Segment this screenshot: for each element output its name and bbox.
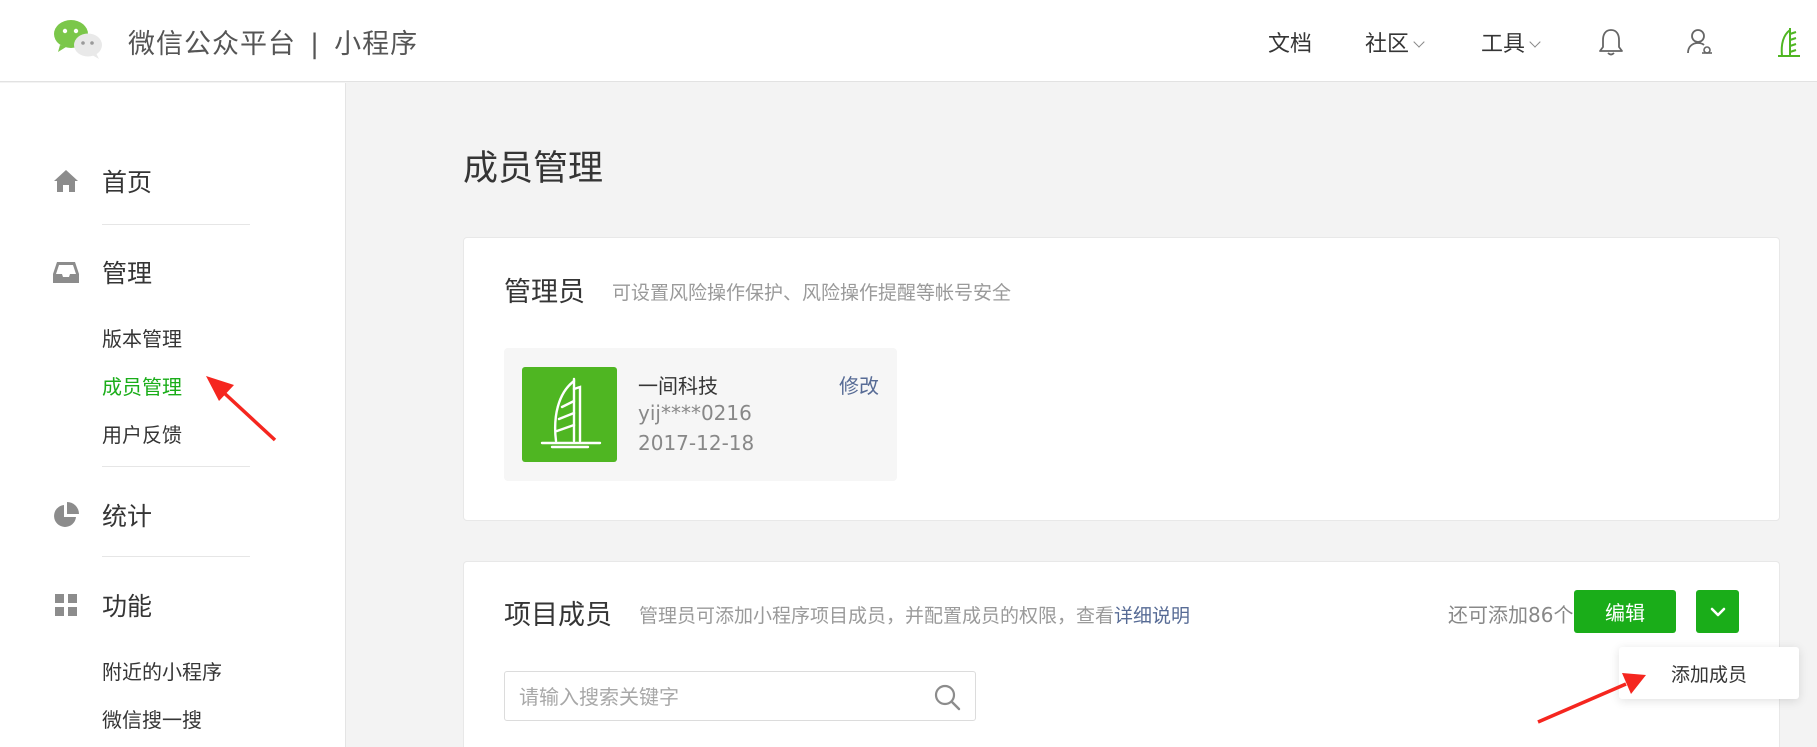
sidebar-item-version-manage[interactable]: 版本管理 (102, 323, 182, 352)
chevron-down-icon (1710, 607, 1725, 616)
details-link[interactable]: 详细说明 (1114, 605, 1190, 627)
sidebar-item-nearby-miniprogram[interactable]: 附近的小程序 (102, 656, 222, 685)
admin-card-title: 管理员 (504, 277, 585, 308)
edit-button[interactable]: 编辑 (1574, 590, 1676, 633)
sidebar-item-features-label: 功能 (102, 592, 153, 621)
admin-card: 管理员 可设置风险操作保护、风险操作提醒等帐号安全 一间科技 yij****02… (463, 237, 1780, 521)
inbox-icon (53, 262, 79, 283)
edit-button-label: 编辑 (1605, 601, 1645, 625)
sidebar-item-features[interactable]: 功能 (52, 587, 152, 623)
admin-card-description: 可设置风险操作保护、风险操作提醒等帐号安全 (612, 282, 1012, 304)
account-avatar[interactable] (1776, 26, 1802, 58)
page-title: 成员管理 (463, 149, 604, 189)
sail-building-icon (540, 377, 602, 449)
nav-tools-label: 工具 (1481, 32, 1526, 57)
add-member-label: 添加成员 (1670, 663, 1747, 686)
admin-account: yij****0216 (638, 401, 752, 425)
home-icon (54, 170, 78, 192)
sidebar-divider (102, 224, 250, 225)
admin-avatar (522, 367, 617, 462)
nav-community-label: 社区 (1365, 32, 1410, 57)
grid-icon (55, 594, 77, 616)
members-card: 项目成员 管理员可添加小程序项目成员，并配置成员的权限，查看详细说明 还可添加8… (463, 561, 1780, 747)
brand-separator: | (310, 29, 321, 60)
remaining-count: 还可添加86个 (1448, 603, 1574, 627)
bell-icon[interactable] (1596, 26, 1626, 58)
search-icon[interactable] (933, 683, 961, 711)
sidebar-item-manage-label: 管理 (102, 259, 153, 288)
member-search-input[interactable] (519, 684, 919, 710)
sidebar-item-manage[interactable]: 管理 (52, 254, 152, 290)
nav-community[interactable]: 社区 (1365, 26, 1425, 58)
user-settings-icon[interactable] (1685, 26, 1715, 58)
sidebar-item-home-label: 首页 (102, 168, 153, 197)
admin-date: 2017-12-18 (638, 431, 755, 455)
sidebar-item-home[interactable]: 首页 (52, 163, 152, 199)
sidebar-item-wechat-search[interactable]: 微信搜一搜 (102, 704, 202, 733)
sidebar-item-user-feedback[interactable]: 用户反馈 (102, 419, 182, 448)
brand-title[interactable]: 微信公众平台 | 小程序 (128, 22, 418, 61)
admin-info-box: 一间科技 yij****0216 2017-12-18 修改 (504, 348, 897, 481)
nav-docs[interactable]: 文档 (1268, 26, 1312, 58)
nav-tools[interactable]: 工具 (1481, 26, 1541, 58)
admin-modify-link[interactable]: 修改 (839, 370, 879, 399)
admin-name: 一间科技 (638, 374, 718, 398)
chevron-down-icon (1413, 36, 1425, 48)
sidebar-item-member-manage[interactable]: 成员管理 (102, 371, 182, 400)
dropdown-add-member[interactable]: 添加成员 (1619, 647, 1799, 699)
pie-chart-icon (54, 502, 79, 527)
members-description-text: 管理员可添加小程序项目成员，并配置成员的权限，查看 (639, 605, 1115, 627)
top-header: 微信公众平台 | 小程序 文档 社区 工具 (0, 0, 1817, 82)
sidebar-divider (102, 466, 250, 467)
sidebar-divider (102, 556, 250, 557)
member-search-box (504, 671, 976, 721)
brand-name: 微信公众平台 (128, 29, 296, 60)
more-dropdown-button[interactable] (1696, 590, 1739, 633)
nav-docs-label: 文档 (1268, 32, 1313, 57)
sidebar-item-stats-label: 统计 (102, 502, 153, 531)
sidebar-item-stats[interactable]: 统计 (52, 497, 152, 533)
members-card-description: 管理员可添加小程序项目成员，并配置成员的权限，查看详细说明 (639, 601, 1190, 628)
chevron-down-icon (1529, 36, 1541, 48)
brand-product: 小程序 (334, 29, 419, 60)
members-card-title: 项目成员 (504, 600, 612, 631)
wechat-logo[interactable] (52, 18, 104, 60)
